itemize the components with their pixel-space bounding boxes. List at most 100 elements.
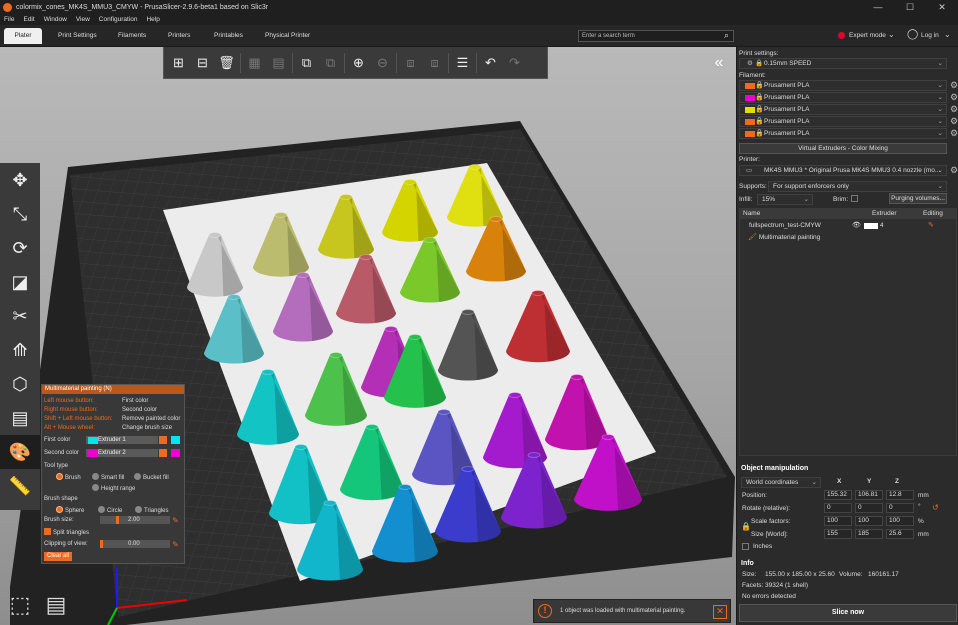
paste-icon[interactable]: ⧉ xyxy=(320,52,341,73)
filament-settings-icon[interactable]: ⚙ xyxy=(950,104,958,115)
seam-painting-icon[interactable]: ⬡ xyxy=(0,367,40,401)
measure-icon[interactable]: 📏 xyxy=(0,469,40,503)
filament-color-swatch[interactable] xyxy=(745,119,755,125)
position-z-input[interactable]: 12.8 xyxy=(886,490,914,500)
scale-x-input[interactable]: 100 xyxy=(824,516,852,526)
visibility-eye-icon[interactable]: 👁 xyxy=(852,221,861,229)
preview-layers-icon[interactable]: ▤ xyxy=(38,587,74,623)
menu-edit[interactable]: Edit xyxy=(23,16,34,23)
copy-icon[interactable]: ⧉ xyxy=(296,52,317,73)
notification-close-icon[interactable]: ✕ xyxy=(713,605,727,619)
slice-now-button[interactable]: Slice now xyxy=(739,604,957,622)
scale-y-input[interactable]: 100 xyxy=(855,516,883,526)
tool-height-range-radio[interactable]: Height range xyxy=(92,484,135,492)
size-x-input[interactable]: 155 xyxy=(824,529,852,539)
object-extruder-value[interactable]: 4 xyxy=(880,222,884,229)
scale-z-input[interactable]: 100 xyxy=(886,516,914,526)
shape-sphere-radio[interactable]: Sphere xyxy=(56,506,84,514)
filament-select-2[interactable]: 🔒 Prusament PLA ⌄ xyxy=(739,92,947,103)
supports-select[interactable]: For support enforcers only ⌄ xyxy=(768,181,947,192)
tab-filaments[interactable]: Filaments xyxy=(108,28,156,44)
cut-icon[interactable]: ✂ xyxy=(0,299,40,333)
first-color-picker[interactable] xyxy=(171,436,180,444)
brush-size-slider[interactable]: 2.00 xyxy=(100,516,170,524)
filament-color-swatch[interactable] xyxy=(745,107,755,113)
rotate-y-input[interactable]: 0 xyxy=(855,503,883,513)
second-color-picker[interactable] xyxy=(171,449,180,457)
printer-settings-icon[interactable]: ⚙ xyxy=(950,165,958,176)
filament-color-swatch[interactable] xyxy=(745,95,755,101)
menu-view[interactable]: View xyxy=(76,16,90,23)
filament-settings-icon[interactable]: ⚙ xyxy=(950,92,958,103)
split-triangles-checkbox[interactable]: Split triangles xyxy=(44,528,89,536)
position-y-input[interactable]: 106.81 xyxy=(855,490,883,500)
filament-settings-icon[interactable]: ⚙ xyxy=(950,80,958,91)
login-chevron-icon[interactable]: ⌄ xyxy=(944,30,951,39)
place-on-face-icon[interactable]: ◪ xyxy=(0,265,40,299)
column-name[interactable]: Name xyxy=(743,210,760,217)
undo-icon[interactable]: ↶ xyxy=(480,52,501,73)
tab-printables[interactable]: Printables xyxy=(204,28,253,44)
rotate-icon[interactable]: ⟳ xyxy=(0,231,40,265)
second-color-dropdown-icon[interactable] xyxy=(159,449,167,457)
arrange-selection-icon[interactable]: ▤ xyxy=(268,52,289,73)
minimize-button[interactable]: — xyxy=(862,0,894,14)
position-x-input[interactable]: 155.32 xyxy=(824,490,852,500)
arrange-icon[interactable]: ▦ xyxy=(244,52,265,73)
fuzzy-skin-icon[interactable]: ▤ xyxy=(0,401,40,435)
column-editing[interactable]: Editing xyxy=(923,210,943,217)
move-icon[interactable]: ✥ xyxy=(0,163,40,197)
login-label[interactable]: Log in xyxy=(921,32,939,39)
scale-icon[interactable]: ⤡ xyxy=(0,197,40,231)
delete-icon[interactable]: ⊟ xyxy=(192,52,213,73)
print-profile-select[interactable]: ⚙ 🔒 0.15mm SPEED ⌄ xyxy=(739,58,947,69)
shape-circle-radio[interactable]: Circle xyxy=(98,506,122,514)
clipping-slider[interactable]: 0.00 xyxy=(100,540,170,548)
add-icon[interactable]: ⊞ xyxy=(168,52,189,73)
rotate-z-input[interactable]: 0 xyxy=(886,503,914,513)
multimaterial-painting-icon[interactable]: 🎨 xyxy=(0,435,40,469)
object-row[interactable]: fullspectrum_test-CMYW 👁 4 ✎ xyxy=(740,221,956,231)
tool-smart-fill-radio[interactable]: Smart fill xyxy=(92,473,124,481)
first-color-dropdown-icon[interactable] xyxy=(159,436,167,444)
filament-color-swatch[interactable] xyxy=(745,83,755,89)
menu-window[interactable]: Window xyxy=(44,16,67,23)
tab-print-settings[interactable]: Print Settings xyxy=(48,28,107,44)
maximize-button[interactable]: ☐ xyxy=(894,0,926,14)
brush-size-edit-icon[interactable]: ✎ xyxy=(172,516,179,525)
size-z-input[interactable]: 25.6 xyxy=(886,529,914,539)
brim-checkbox[interactable] xyxy=(851,195,858,202)
printer-select[interactable]: ▭ MK4S MMU3 * Original Prusa MK4S MMU3 0… xyxy=(739,165,947,176)
remove-instance-icon[interactable]: ⊖ xyxy=(372,52,393,73)
tool-brush-radio[interactable]: Brush xyxy=(56,473,81,481)
clear-all-button[interactable]: Clear all xyxy=(44,552,73,561)
variable-layer-height-icon[interactable]: ☰ xyxy=(452,52,473,73)
3d-view-icon[interactable]: ⬚ xyxy=(2,587,38,623)
filament-select-4[interactable]: 🔒 Prusament PLA ⌄ xyxy=(739,116,947,127)
lock-scale-icon[interactable]: 🔒 xyxy=(741,522,751,531)
menu-help[interactable]: Help xyxy=(146,16,159,23)
shape-triangles-radio[interactable]: Triangles xyxy=(135,506,168,514)
filament-settings-icon[interactable]: ⚙ xyxy=(950,128,958,139)
multimaterial-painting-row[interactable]: 🖌 Multimaterial painting xyxy=(748,233,820,243)
filament-select-3[interactable]: 🔒 Prusament PLA ⌄ xyxy=(739,104,947,115)
clipping-edit-icon[interactable]: ✎ xyxy=(172,540,179,549)
tab-physical-printer[interactable]: Physical Printer xyxy=(255,28,320,44)
reset-rotation-icon[interactable]: ↺ xyxy=(932,503,939,512)
chevron-down-icon[interactable]: ⌄ xyxy=(888,30,895,39)
filament-select-5[interactable]: 🔒 Prusament PLA ⌄ xyxy=(739,128,947,139)
support-painting-icon[interactable]: ⟰ xyxy=(0,333,40,367)
split-parts-icon[interactable]: ⧈ xyxy=(424,52,445,73)
purging-volumes-button[interactable]: Purging volumes... xyxy=(889,193,947,204)
infill-select[interactable]: 15% ⌄ xyxy=(757,194,813,205)
coordinate-system-select[interactable]: World coordinates ⌄ xyxy=(741,477,821,488)
size-y-input[interactable]: 185 xyxy=(855,529,883,539)
tool-bucket-fill-radio[interactable]: Bucket fill xyxy=(134,473,169,481)
delete-all-icon[interactable]: 🗑 xyxy=(216,52,237,73)
tab-printers[interactable]: Printers xyxy=(158,28,200,44)
add-instance-icon[interactable]: ⊕ xyxy=(348,52,369,73)
split-objects-icon[interactable]: ⧈ xyxy=(400,52,421,73)
filament-select-1[interactable]: 🔒 Prusament PLA ⌄ xyxy=(739,80,947,91)
menu-configuration[interactable]: Configuration xyxy=(99,16,138,23)
search-input[interactable]: Enter a search term xyxy=(578,30,734,42)
